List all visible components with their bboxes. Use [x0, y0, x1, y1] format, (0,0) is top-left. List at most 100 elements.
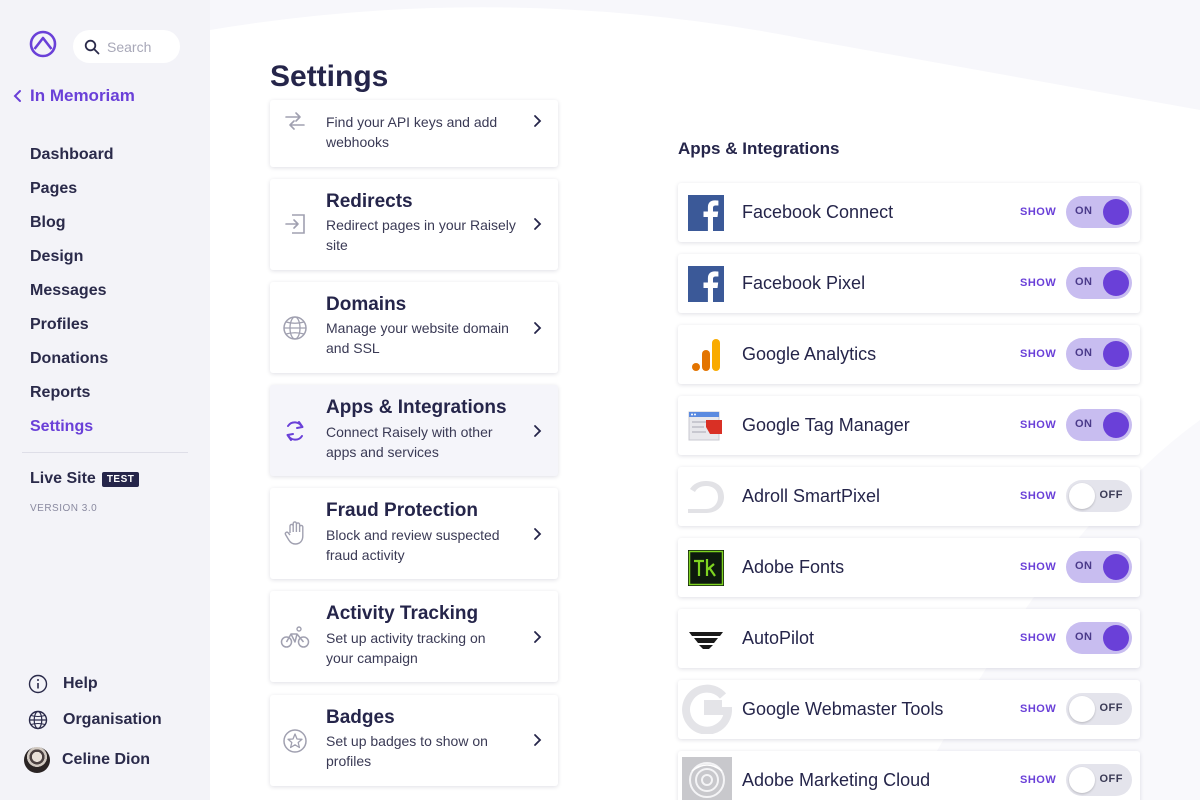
test-badge: TEST: [101, 471, 140, 487]
settings-card-api[interactable]: Find your API keys and add webhooks: [270, 100, 558, 167]
arrows-swap-icon: [285, 112, 305, 130]
integration-row-google-analytics: Google Analytics SHOW ON: [678, 325, 1140, 384]
toggle-state-label: ON: [1075, 631, 1093, 643]
card-description: Redirect pages in your Raisely site: [326, 217, 516, 253]
integration-toggle[interactable]: ON: [1066, 267, 1132, 299]
chevron-right-icon: [534, 528, 542, 540]
integration-toggle[interactable]: OFF: [1066, 480, 1132, 512]
toggle-knob: [1069, 767, 1095, 793]
show-link[interactable]: SHOW: [1020, 632, 1056, 644]
user-name: Celine Dion: [62, 751, 151, 768]
card-title: Apps & Integrations: [326, 397, 507, 418]
sidebar-item-reports[interactable]: Reports: [30, 382, 114, 416]
toggle-state-label: ON: [1075, 205, 1093, 217]
organisation-label: Organisation: [63, 711, 162, 728]
back-link-label: In Memoriam: [30, 86, 135, 105]
sidebar-item-pages[interactable]: Pages: [30, 178, 114, 212]
sidebar-item-settings[interactable]: Settings: [30, 416, 114, 450]
globe-icon: [28, 710, 48, 730]
toggle-state-label: OFF: [1099, 773, 1123, 785]
page-title: Settings: [270, 60, 389, 93]
chevron-right-icon: [534, 425, 542, 437]
version-label: VERSION 3.0: [30, 503, 98, 514]
integration-name: Facebook Pixel: [742, 273, 866, 293]
show-link[interactable]: SHOW: [1020, 277, 1056, 289]
sidebar-item-messages[interactable]: Messages: [30, 280, 114, 314]
adobe-fonts-icon: [688, 550, 724, 586]
sidebar-item-dashboard[interactable]: Dashboard: [30, 144, 114, 178]
sync-icon: [286, 421, 304, 441]
card-title: Domains: [326, 294, 407, 315]
sidebar-item-blog[interactable]: Blog: [30, 212, 114, 246]
show-link[interactable]: SHOW: [1020, 561, 1056, 573]
integration-toggle[interactable]: ON: [1066, 551, 1132, 583]
chevron-right-icon: [534, 115, 542, 127]
adroll-icon: [688, 481, 724, 513]
settings-card-domains[interactable]: Domains Manage your website domain and S…: [270, 282, 558, 373]
search-box[interactable]: [73, 30, 180, 63]
sidebar-item-donations[interactable]: Donations: [30, 348, 114, 382]
integration-toggle[interactable]: OFF: [1066, 693, 1132, 725]
integration-toggle[interactable]: ON: [1066, 409, 1132, 441]
sidebar-divider: [22, 452, 188, 453]
toggle-knob: [1103, 625, 1129, 651]
live-site-link[interactable]: Live Site TEST: [30, 470, 140, 488]
card-description: Block and review suspected fraud activit…: [326, 527, 500, 563]
toggle-knob: [1103, 341, 1129, 367]
autopilot-icon: [689, 632, 723, 649]
integration-row-autopilot: AutoPilot SHOW ON: [678, 609, 1140, 668]
back-link-in-memoriam[interactable]: In Memoriam: [12, 86, 135, 106]
show-link[interactable]: SHOW: [1020, 419, 1056, 431]
integration-name: Adobe Fonts: [742, 557, 845, 577]
card-description: Manage your website domain and SSL: [326, 320, 509, 356]
sidebar-item-design[interactable]: Design: [30, 246, 114, 280]
google-tag-manager-icon: [688, 411, 722, 441]
integration-toggle[interactable]: ON: [1066, 622, 1132, 654]
sidebar-nav: Dashboard Pages Blog Design Messages Pro…: [30, 144, 114, 450]
show-link[interactable]: SHOW: [1020, 774, 1056, 786]
settings-card-activity-tracking[interactable]: Activity Tracking Set up activity tracki…: [270, 591, 558, 682]
settings-card-redirects[interactable]: Redirects Redirect pages in your Raisely…: [270, 179, 558, 270]
settings-card-fraud-protection[interactable]: Fraud Protection Block and review suspec…: [270, 488, 558, 579]
card-title: Redirects: [326, 191, 413, 212]
show-link[interactable]: SHOW: [1020, 490, 1056, 502]
integration-row-google-webmaster-tools: Google Webmaster Tools SHOW OFF: [678, 680, 1140, 739]
integration-name: Adobe Marketing Cloud: [742, 770, 931, 790]
card-description: Set up badges to show on profiles: [326, 733, 488, 769]
integration-row-facebook-connect: Facebook Connect SHOW ON: [678, 183, 1140, 242]
raisely-logo-icon[interactable]: [29, 30, 57, 58]
show-link[interactable]: SHOW: [1020, 348, 1056, 360]
settings-card-apps-integrations[interactable]: Apps & Integrations Connect Raisely with…: [270, 385, 558, 476]
integration-toggle[interactable]: ON: [1066, 338, 1132, 370]
search-input[interactable]: [107, 38, 177, 55]
integration-row-adobe-marketing-cloud: Adobe Marketing Cloud SHOW OFF: [678, 751, 1140, 800]
integration-toggle[interactable]: OFF: [1066, 764, 1132, 796]
user-profile-link[interactable]: Celine Dion: [24, 747, 151, 773]
help-link[interactable]: Help: [28, 674, 98, 694]
redirect-icon: [285, 214, 305, 234]
facebook-logo-icon: [688, 266, 724, 302]
card-description: Connect Raisely with other apps and serv…: [326, 424, 493, 460]
toggle-state-label: ON: [1075, 347, 1093, 359]
toggle-state-label: ON: [1075, 418, 1093, 430]
chevron-right-icon: [534, 218, 542, 230]
organisation-link[interactable]: Organisation: [28, 710, 162, 730]
search-icon: [84, 39, 100, 54]
integration-name: Google Tag Manager: [742, 415, 910, 435]
toggle-knob: [1103, 270, 1129, 296]
toggle-knob: [1103, 199, 1129, 225]
toggle-knob: [1103, 412, 1129, 438]
integration-row-adroll-smartpixel: Adroll SmartPixel SHOW OFF: [678, 467, 1140, 526]
facebook-logo-icon: [688, 195, 724, 231]
settings-card-badges[interactable]: Badges Set up badges to show on profiles: [270, 695, 558, 786]
toggle-state-label: OFF: [1099, 702, 1123, 714]
toggle-knob: [1103, 554, 1129, 580]
show-link[interactable]: SHOW: [1020, 206, 1056, 218]
chevron-right-icon: [534, 322, 542, 334]
card-description: Find your API keys and add webhooks: [326, 114, 498, 150]
toggle-state-label: OFF: [1099, 489, 1123, 501]
integration-name: Facebook Connect: [742, 202, 894, 222]
show-link[interactable]: SHOW: [1020, 703, 1056, 715]
integration-toggle[interactable]: ON: [1066, 196, 1132, 228]
sidebar-item-profiles[interactable]: Profiles: [30, 314, 114, 348]
